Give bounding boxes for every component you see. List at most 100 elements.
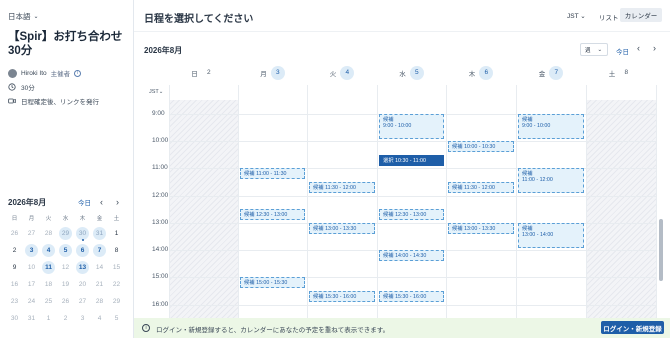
mini-calendar-day[interactable]: 7 (91, 242, 108, 259)
candidate-slot[interactable]: 候補 10:00 - 10:30 (448, 141, 514, 152)
candidate-slot[interactable]: 候補 15:00 - 15:30 (240, 277, 305, 288)
mini-calendar-day-number: 6 (76, 244, 89, 257)
mini-calendar-day-number: 22 (112, 281, 121, 288)
mini-calendar-day[interactable]: 30 (74, 225, 91, 242)
hour-label: 16:00 (152, 301, 169, 308)
selected-slot[interactable]: 選択 10:30 - 11:00 (379, 155, 444, 166)
day-number: 3 (270, 65, 285, 80)
clock-icon (8, 83, 16, 91)
mini-calendar-day-number: 1 (46, 315, 51, 322)
mini-calendar-day: 29 (108, 293, 125, 310)
hour-label: 10:00 (152, 137, 169, 144)
mini-calendar-day-number: 3 (80, 315, 85, 322)
candidate-slot[interactable]: 候補 13:00 - 14:00 (518, 223, 584, 248)
candidate-slot[interactable]: 候補 11:30 - 12:00 (309, 182, 375, 193)
day-header: 木6 (446, 60, 516, 85)
candidate-slot[interactable]: 候補 15:30 - 16:00 (309, 291, 375, 302)
day-header: 土8 (586, 60, 656, 85)
day-header: 月3 (238, 60, 307, 85)
mini-calendar-day-number: 28 (95, 298, 104, 305)
mini-calendar-day[interactable]: 11 (40, 259, 57, 276)
timezone-selector[interactable]: JST ⌄ (567, 12, 586, 20)
mini-calendar-day-number: 31 (27, 315, 36, 322)
mini-calendar-day-number: 16 (10, 281, 19, 288)
mini-calendar-day-number: 13 (76, 261, 89, 274)
grid-hour-line (169, 305, 656, 306)
hour-label: 14:00 (152, 246, 169, 253)
candidate-slot[interactable]: 候補 15:30 - 16:00 (379, 291, 444, 302)
info-icon[interactable]: i (74, 69, 82, 77)
grid-column-line (656, 85, 657, 338)
grid-column-line (516, 85, 517, 338)
candidate-slot[interactable]: 候補 13:00 - 13:30 (309, 223, 375, 234)
mini-calendar-day: 30 (6, 310, 23, 327)
mini-calendar-day[interactable]: 3 (23, 242, 40, 259)
mini-calendar-day: 26 (6, 225, 23, 242)
mini-calendar-day-number: 23 (10, 298, 19, 305)
mini-calendar-day[interactable]: 5 (57, 242, 74, 259)
day-name: 金 (538, 70, 546, 78)
view-list-button[interactable]: リスト (599, 12, 619, 22)
candidate-slot[interactable]: 候補 12:30 - 13:00 (240, 209, 305, 220)
day-name: 土 (608, 70, 616, 78)
view-calendar-button[interactable]: カレンダー (620, 8, 662, 22)
mini-calendar-day-number: 8 (114, 247, 119, 254)
day-name: 木 (468, 70, 476, 78)
mini-calendar-day: 20 (74, 276, 91, 293)
avatar (8, 68, 17, 78)
unavailable-saturday (586, 100, 656, 338)
chevron-left-icon[interactable]: ‹ (100, 197, 103, 207)
mini-calendar-header: 2026年8月 今日 ‹ › (6, 196, 130, 208)
scrollbar-thumb[interactable] (659, 219, 663, 281)
mini-calendar-day: 12 (57, 259, 74, 276)
mini-calendar-day: 27 (74, 293, 91, 310)
mini-calendar-day-number: 5 (59, 244, 72, 257)
mini-calendar-day-number: 7 (93, 244, 106, 257)
mini-calendar-day[interactable]: 13 (74, 259, 91, 276)
candidate-slot[interactable]: 候補 11:30 - 12:00 (448, 182, 514, 193)
mini-calendar-day-number: 27 (78, 298, 87, 305)
day-number: 5 (409, 65, 424, 80)
chevron-right-icon[interactable]: › (653, 43, 656, 53)
mini-calendar-day-number: 21 (95, 281, 104, 288)
meeting-link-row: 日程確定後、リンクを発行 (8, 96, 99, 106)
candidate-slot[interactable]: 候補 13:00 - 13:30 (448, 223, 514, 234)
mini-calendar-day[interactable]: 6 (74, 242, 91, 259)
week-today-button[interactable]: 今日 (616, 46, 629, 56)
mini-calendar-today-button[interactable]: 今日 (78, 197, 91, 207)
mini-calendar-day: 10 (23, 259, 40, 276)
event-title: 【Spir】お打ち合わせ30分 (8, 31, 123, 57)
chevron-down-icon: ⌄ (597, 46, 603, 53)
range-selector[interactable]: 週 ⌄ (580, 43, 608, 56)
candidate-slot[interactable]: 候補 9:00 - 10:00 (379, 114, 444, 139)
mini-calendar-day: 31 (91, 225, 108, 242)
day-number: 4 (340, 65, 355, 80)
sidebar: 日本語 ⌄ 【Spir】お打ち合わせ30分 Hiroki Ito 主催者 i 3… (0, 0, 134, 338)
mini-calendar-day-number: 25 (44, 298, 53, 305)
mini-calendar-day-number: 26 (10, 230, 19, 237)
mini-calendar-day-number: 28 (44, 230, 53, 237)
mini-calendar-day-number: 19 (61, 281, 70, 288)
candidate-slot[interactable]: 候補 9:00 - 10:00 (518, 114, 584, 139)
candidate-slot[interactable]: 候補 11:00 - 12:00 (518, 168, 584, 193)
candidate-slot[interactable]: 候補 12:30 - 13:00 (379, 209, 444, 220)
scrollbar[interactable] (658, 100, 664, 338)
hour-label: 13:00 (152, 219, 169, 226)
mini-calendar-weekday: 火 (45, 216, 52, 222)
candidate-slot[interactable]: 候補 14:00 - 14:30 (379, 250, 444, 261)
mini-calendar-day-number: 2 (63, 315, 68, 322)
info-icon: i (142, 324, 150, 332)
grid-timezone-label[interactable]: JST⌄ (149, 89, 163, 95)
mini-calendar-day[interactable]: 4 (40, 242, 57, 259)
login-signup-button[interactable]: ログイン・新規登録 (601, 321, 664, 334)
page-title: 日程を選択してください (144, 14, 254, 25)
mini-calendar-day: 1 (40, 310, 57, 327)
chevron-right-icon[interactable]: › (116, 197, 119, 207)
mini-calendar-day-number: 14 (95, 264, 104, 271)
chevron-left-icon[interactable]: ‹ (637, 43, 640, 53)
unavailable-sunday (169, 100, 238, 338)
hour-label: 12:00 (152, 192, 169, 199)
candidate-slot[interactable]: 候補 11:00 - 11:30 (240, 168, 305, 179)
language-selector[interactable]: 日本語 ⌄ (8, 11, 39, 22)
chevron-down-icon: ⌄ (33, 14, 39, 20)
